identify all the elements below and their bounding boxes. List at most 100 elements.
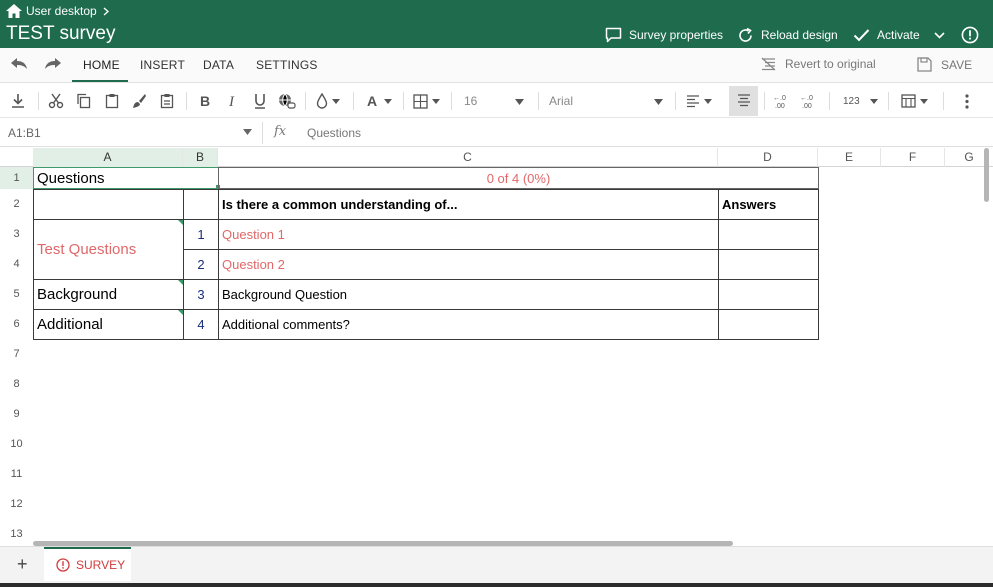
cell-c4[interactable]: Question 2 (218, 249, 719, 280)
revert-button[interactable]: Revert to original (761, 57, 876, 71)
tab-settings[interactable]: SETTINGS (256, 58, 318, 72)
cell-a1-selected[interactable]: Questions (33, 167, 219, 189)
toolbar-divider (888, 92, 889, 110)
cell-c2-header[interactable]: Is there a common understanding of... (218, 189, 719, 220)
redo-icon[interactable] (44, 57, 62, 71)
vertical-scrollbar[interactable] (984, 148, 989, 202)
sheet-tab-survey[interactable]: SURVEY (44, 547, 131, 581)
chevron-right-icon (103, 6, 109, 16)
info-button[interactable] (961, 25, 986, 45)
svg-text:I: I (228, 94, 235, 109)
cell-c6[interactable]: Additional comments? (218, 309, 719, 340)
tab-home[interactable]: HOME (83, 58, 120, 72)
toolbar-divider (764, 92, 765, 110)
column-header-e[interactable]: E (818, 148, 881, 167)
cell-c1-progress[interactable]: 0 of 4 (0%) (218, 167, 819, 189)
row-header-10[interactable]: 10 (0, 429, 33, 459)
number-format-select[interactable]: 123 (843, 92, 878, 110)
cell-a6[interactable]: Additional (33, 309, 184, 340)
row-header-12[interactable]: 12 (0, 489, 33, 519)
tab-data[interactable]: DATA (203, 58, 234, 72)
cell-b5[interactable]: 3 (183, 279, 219, 310)
align-bottom-icon (737, 94, 750, 107)
font-size-value: 16 (464, 94, 478, 108)
font-name-select[interactable]: Arial (549, 92, 665, 110)
row-header-8[interactable]: 8 (0, 369, 33, 399)
row-header-1[interactable]: 1 (0, 167, 33, 189)
row-header-13[interactable]: 13 (0, 519, 33, 545)
row-header-5[interactable]: 5 (0, 279, 33, 309)
sheet-tab-label: SURVEY (76, 558, 126, 572)
title-bar: User desktop TEST survey Survey properti… (0, 0, 993, 48)
column-header-b[interactable]: B (183, 148, 218, 167)
cell-b6[interactable]: 4 (183, 309, 219, 340)
tab-insert[interactable]: INSERT (140, 58, 185, 72)
hyperlink-button[interactable] (278, 92, 296, 110)
ribbon-tabs: HOME INSERT DATA SETTINGS Revert to orig… (0, 48, 993, 83)
cell-d2-header[interactable]: Answers (718, 189, 819, 220)
activate-dropdown-button[interactable] (934, 25, 952, 45)
bold-button[interactable]: B (198, 92, 212, 110)
paste-button[interactable] (104, 92, 120, 110)
cell-a2[interactable] (33, 189, 184, 220)
borders-icon (413, 93, 428, 109)
row-header-7[interactable]: 7 (0, 339, 33, 369)
row-header-6[interactable]: 6 (0, 309, 33, 339)
row-header-11[interactable]: 11 (0, 459, 33, 489)
column-header-d[interactable]: D (718, 148, 818, 167)
breadcrumb-user-desktop[interactable]: User desktop (26, 4, 97, 18)
cell-d5[interactable] (718, 279, 819, 310)
italic-button[interactable]: I (227, 92, 241, 110)
cell-b3[interactable]: 1 (183, 219, 219, 250)
add-sheet-button[interactable]: + (17, 554, 28, 575)
fx-icon: fx (274, 124, 287, 139)
cell-d4[interactable] (718, 249, 819, 280)
copy-button[interactable] (76, 92, 92, 110)
cell-c3[interactable]: Question 1 (218, 219, 719, 250)
breadcrumb[interactable]: User desktop (6, 3, 109, 19)
row-header-2[interactable]: 2 (0, 189, 33, 219)
undo-icon[interactable] (10, 57, 28, 71)
horizontal-align-button[interactable] (686, 92, 712, 110)
save-button[interactable]: SAVE (917, 57, 972, 72)
fill-color-button[interactable] (316, 92, 340, 110)
vertical-align-button[interactable] (729, 86, 758, 116)
download-button[interactable] (10, 92, 26, 110)
column-header-f[interactable]: F (881, 148, 945, 167)
more-options-button[interactable] (965, 92, 969, 110)
increase-decimal-button[interactable]: ←.0.00 (773, 92, 791, 110)
reload-design-button[interactable]: Reload design (737, 25, 838, 45)
name-box[interactable]: A1:B1 (8, 126, 41, 140)
clipboard-icon (105, 94, 119, 109)
survey-properties-button[interactable]: Survey properties (605, 25, 723, 45)
clipboard-list-icon (160, 94, 174, 109)
font-color-button[interactable]: A (366, 92, 392, 110)
font-size-select[interactable]: 16 (464, 92, 526, 110)
decrease-decimal-button[interactable]: ←.0.00 (800, 92, 818, 110)
more-vertical-icon (965, 93, 969, 109)
cell-a5[interactable]: Background (33, 279, 184, 310)
cell-b4[interactable]: 2 (183, 249, 219, 280)
underline-button[interactable] (253, 92, 267, 110)
formula-input[interactable]: Questions (307, 126, 361, 140)
caret-down-icon[interactable] (243, 129, 252, 135)
row-header-9[interactable]: 9 (0, 399, 33, 429)
cell-c5[interactable]: Background Question (218, 279, 719, 310)
borders-button[interactable] (413, 92, 440, 110)
column-header-c[interactable]: C (218, 148, 718, 167)
caret-down-icon (704, 98, 712, 104)
cell-a3-group[interactable]: Test Questions (33, 219, 184, 280)
cell-format-button[interactable] (901, 92, 928, 110)
paste-special-button[interactable] (159, 92, 175, 110)
format-painter-button[interactable] (131, 92, 147, 110)
cell-d6[interactable] (718, 309, 819, 340)
row-header-4[interactable]: 4 (0, 249, 33, 279)
activate-button[interactable]: Activate (853, 25, 920, 45)
row-header-3[interactable]: 3 (0, 219, 33, 249)
number-format-value: 123 (843, 95, 860, 107)
scissors-icon (48, 93, 64, 109)
cut-button[interactable] (48, 92, 64, 110)
cell-b2[interactable] (183, 189, 219, 220)
column-header-a[interactable]: A (33, 148, 183, 167)
cell-d3[interactable] (718, 219, 819, 250)
